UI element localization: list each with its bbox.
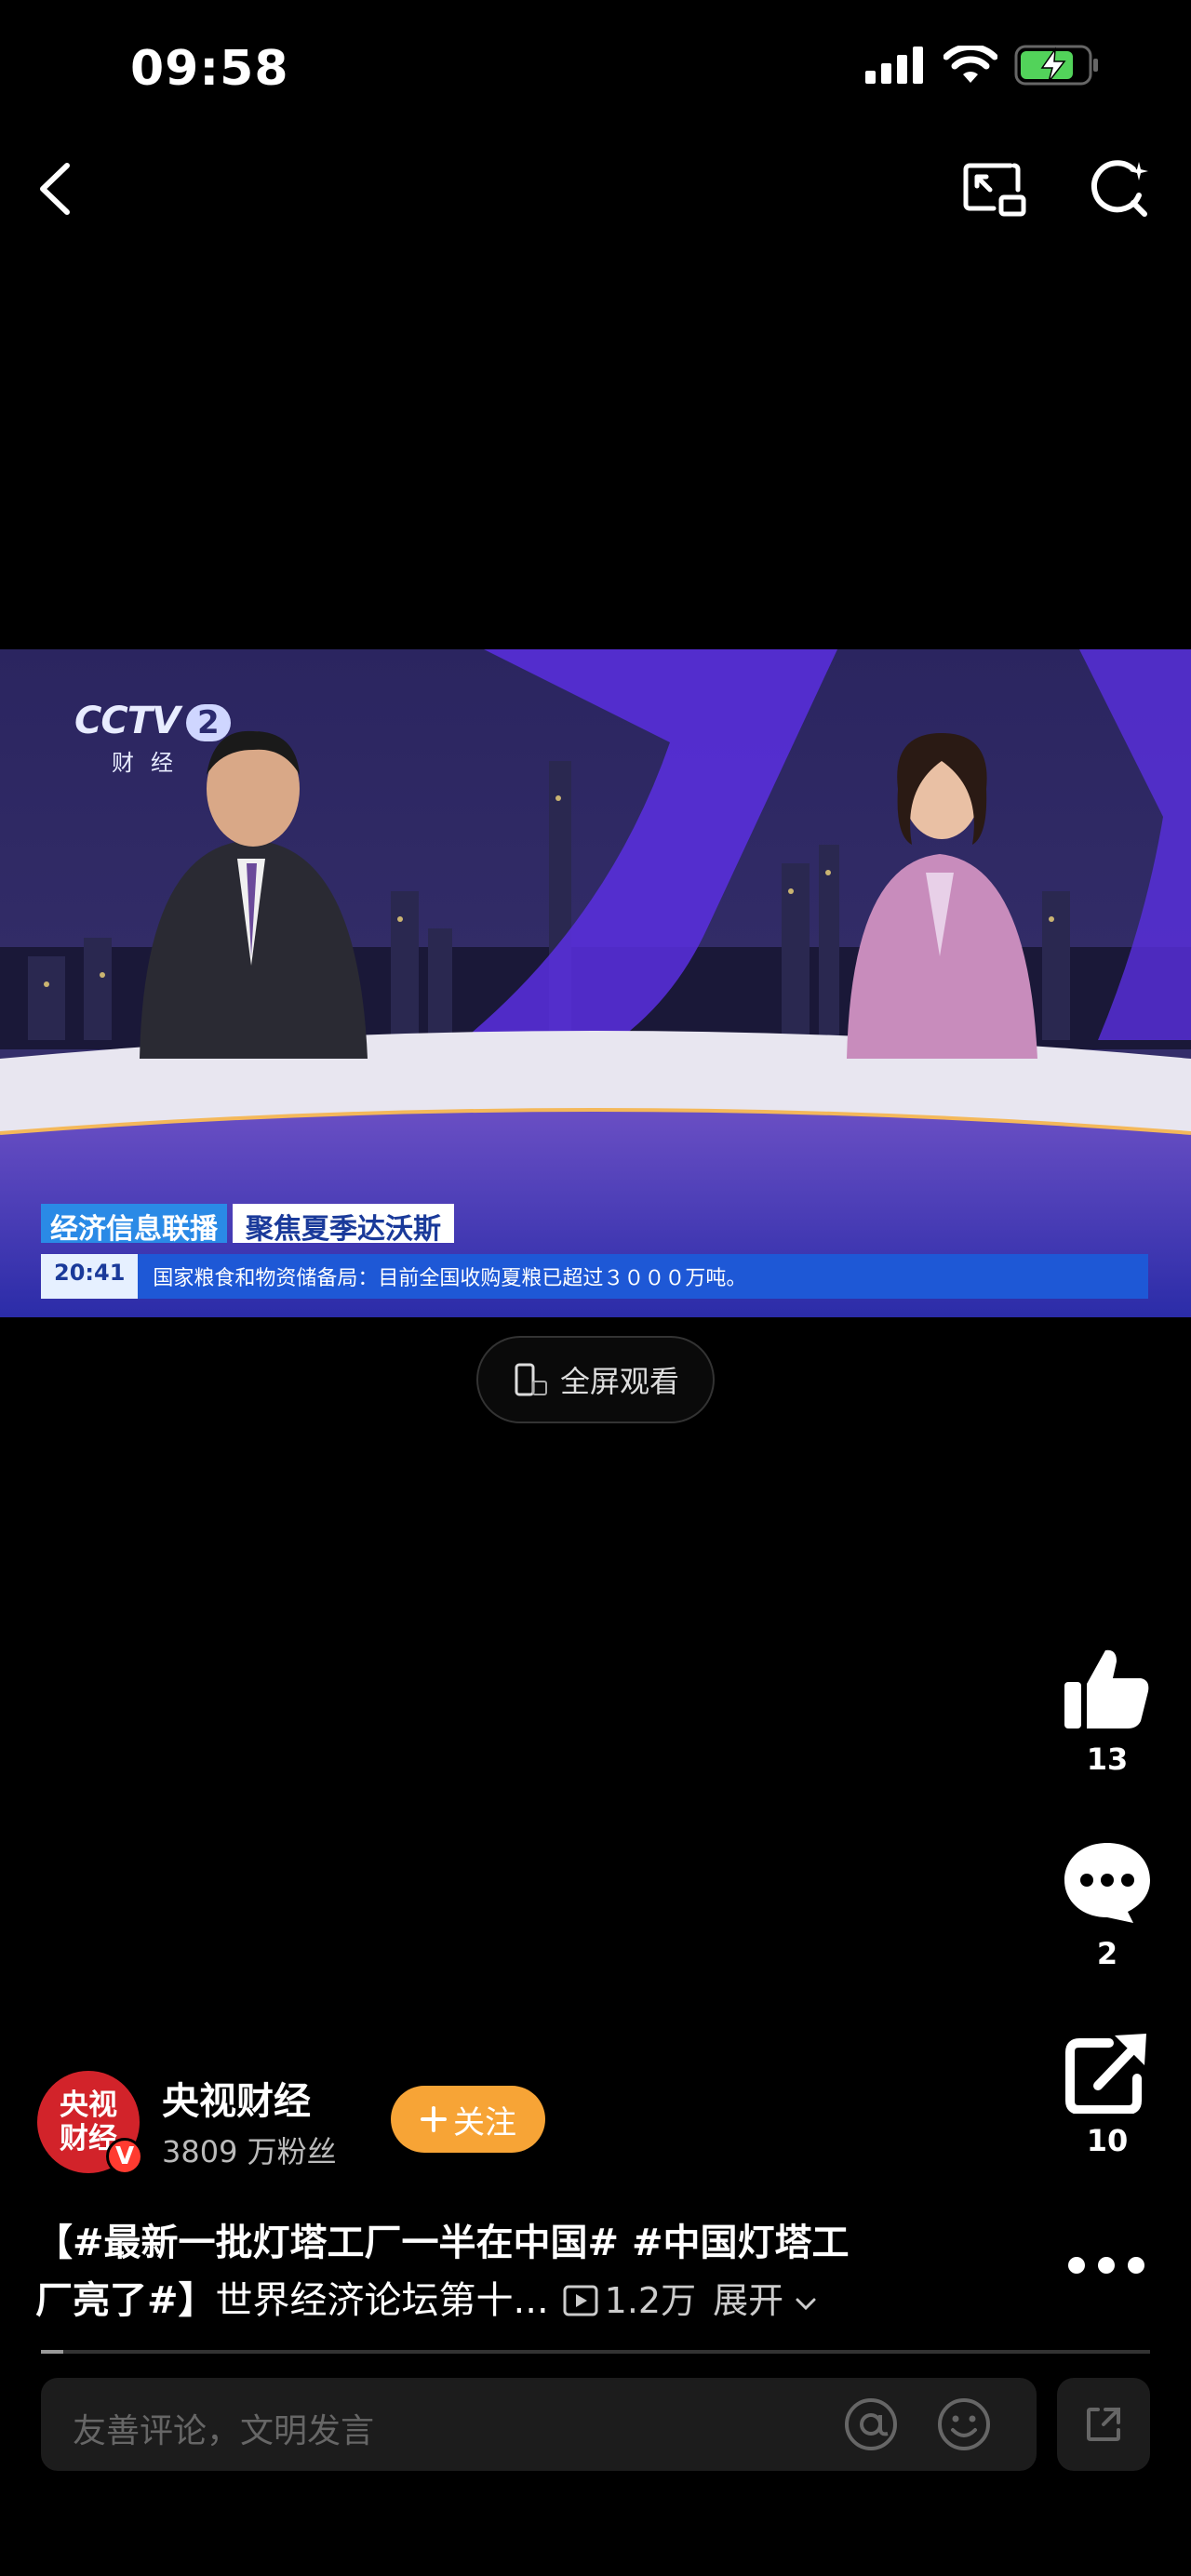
ticker-time: 20:41	[41, 1254, 139, 1299]
share-count: 10	[1086, 2123, 1129, 2158]
video-progress-fill	[41, 2350, 63, 2354]
like-count: 13	[1086, 1742, 1129, 1777]
caption-line2-rest: 世界经济论坛第十...	[215, 2279, 549, 2322]
rotate-phone-icon	[515, 1363, 547, 1396]
cctv-channel-number: 2	[186, 704, 231, 741]
fullscreen-label: 全屏观看	[559, 1364, 679, 1399]
back-chevron-icon	[40, 163, 70, 215]
news-lower-third: 经济信息联播 聚焦夏季达沃斯 20:41 国家粮食和物资储备局：目前全国收购夏粮…	[41, 1204, 1148, 1299]
comment-count: 2	[1096, 1936, 1118, 1971]
channel-sub-label: 财经	[112, 750, 190, 776]
plus-icon	[421, 2106, 447, 2132]
picture-in-picture-button[interactable]	[958, 156, 1033, 221]
share-icon	[1065, 2034, 1146, 2115]
share-button[interactable]: 10	[1051, 2030, 1163, 2158]
thumbs-up-icon	[1064, 1649, 1149, 1728]
more-dot	[1098, 2257, 1115, 2274]
back-button[interactable]	[28, 156, 84, 221]
ticker-text: 国家粮食和物资储备局：目前全国收购夏粮已超过３０００万吨。	[153, 1267, 747, 1290]
follow-label: 关注	[453, 2103, 516, 2142]
like-button[interactable]: 13	[1051, 1647, 1163, 1777]
avatar-text-top: 央视	[60, 2089, 117, 2122]
signal-icon	[865, 47, 923, 84]
ai-search-icon	[1091, 160, 1148, 217]
cctv-logo-text: CCTV	[74, 700, 181, 742]
status-time: 09:58	[130, 41, 289, 97]
author-avatar[interactable]: 央视 财经 V	[37, 2071, 143, 2175]
comment-button[interactable]: 2	[1051, 1837, 1163, 1971]
play-count-icon	[563, 2285, 598, 2316]
follow-button[interactable]: 关注	[391, 2086, 545, 2153]
mention-icon[interactable]	[843, 2396, 899, 2452]
wifi-icon	[943, 46, 997, 83]
emoji-icon[interactable]	[936, 2396, 992, 2452]
video-player[interactable]: CCTV 2 财经 经济信息联播 聚焦夏季达沃斯 20:41 国家粮食和物资储备…	[0, 649, 1191, 1317]
expand-comment-button[interactable]	[1057, 2378, 1150, 2471]
video-progress-bar[interactable]	[41, 2350, 1150, 2354]
fullscreen-button[interactable]: 全屏观看	[476, 1336, 715, 1423]
expand-label: 展开	[713, 2280, 784, 2321]
channel-logo: CCTV 2 财经	[74, 700, 231, 777]
view-count-value: 1.2万	[604, 2280, 697, 2321]
comment-placeholder: 友善评论，文明发言	[73, 2412, 375, 2450]
ai-search-button[interactable]	[1087, 156, 1152, 221]
video-caption[interactable]: 【#最新一批灯塔工厂一半在中国# #中国灯塔工 厂亮了#】 世界经济论坛第十..…	[35, 2214, 966, 2329]
expand-caption-button[interactable]: 展开	[713, 2272, 817, 2329]
more-dots-icon	[1068, 2257, 1085, 2274]
more-dot	[1128, 2257, 1144, 2274]
more-button[interactable]	[1068, 2251, 1144, 2279]
program-name: 经济信息联播	[41, 1204, 227, 1246]
caption-line1: 【#最新一批灯塔工厂一半在中国# #中国灯塔工	[35, 2222, 850, 2264]
chevron-down-icon	[796, 2298, 816, 2311]
view-count: 1.2万	[562, 2272, 696, 2329]
author-name[interactable]: 央视财经	[162, 2071, 311, 2125]
author-fans: 3809 万粉丝	[162, 2134, 337, 2169]
caption-line2-bold: 厂亮了#】	[35, 2279, 216, 2322]
verified-badge: V	[106, 2138, 143, 2175]
comment-bubble-icon	[1064, 1843, 1150, 1923]
battery-charging-icon	[1014, 45, 1098, 86]
comment-input[interactable]: 友善评论，文明发言	[41, 2378, 1037, 2471]
topic-title: 聚焦夏季达沃斯	[233, 1204, 454, 1246]
status-icons	[865, 45, 1100, 86]
expand-icon	[1087, 2408, 1120, 2441]
picture-in-picture-icon	[963, 163, 1026, 217]
